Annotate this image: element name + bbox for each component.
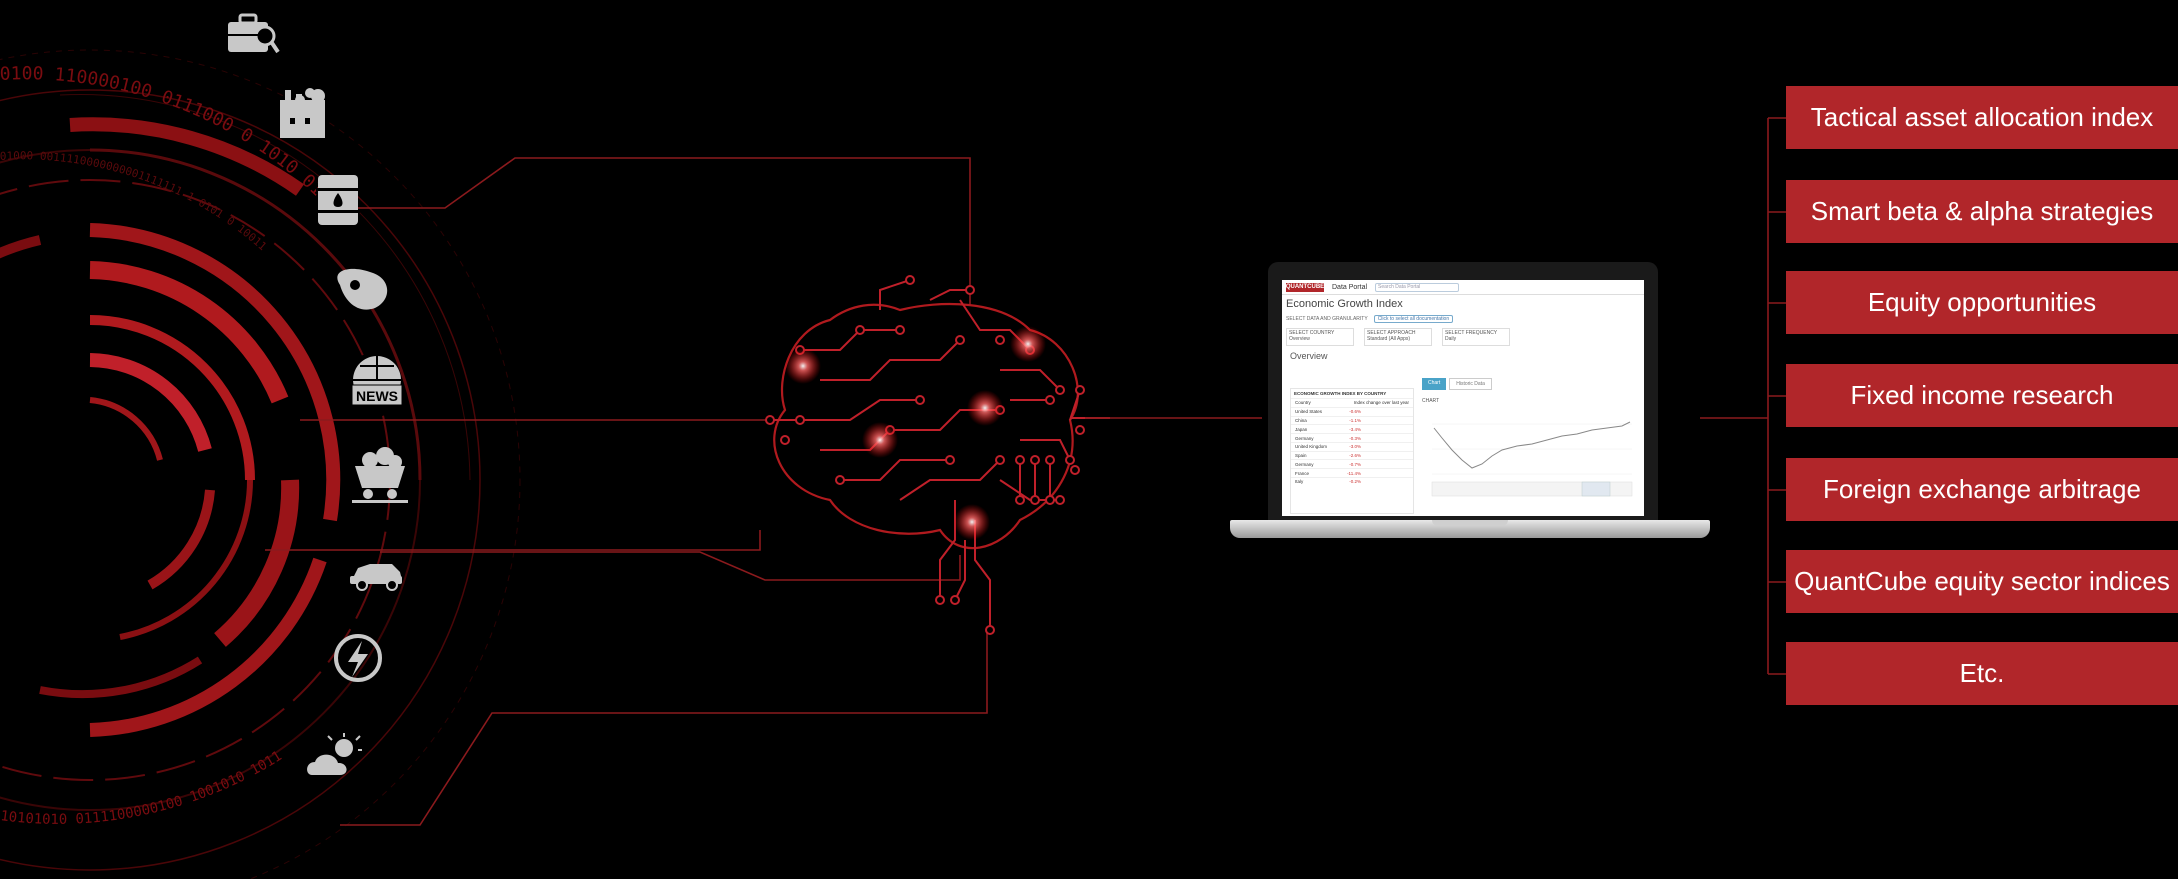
laptop-screen: QUANTCUBE Data Portal Search Data Portal… <box>1282 280 1644 516</box>
laptop-notch <box>1432 520 1508 526</box>
table-header-change: Index change over last year <box>1353 400 1409 406</box>
row-value: -0.6% <box>1349 409 1361 415</box>
output-bracket <box>1700 117 1786 675</box>
nav-data-portal[interactable]: Data Portal <box>1332 284 1367 291</box>
hud-rings <box>0 49 521 879</box>
output-etc[interactable]: Etc. <box>1786 642 2178 705</box>
input-connectors <box>265 157 988 826</box>
oil-barrel-icon <box>316 175 360 225</box>
table-row[interactable]: Japan -3.4% <box>1291 424 1413 433</box>
output-fixed-income-research[interactable]: Fixed income research <box>1786 364 2178 427</box>
row-value: -3.0% <box>1349 444 1361 450</box>
row-value: -3.4% <box>1349 426 1361 432</box>
filter-row: SELECT DATA AND GRANULARITY Click to sel… <box>1282 313 1644 325</box>
laptop: QUANTCUBE Data Portal Search Data Portal… <box>1230 258 1710 558</box>
select-frequency[interactable]: SELECT FREQUENCY Daily <box>1442 328 1510 346</box>
mining-cart-icon <box>352 447 408 503</box>
weather-icon <box>307 733 362 775</box>
table-row[interactable]: United Kingdom -3.0% <box>1291 441 1413 451</box>
mini-line-chart <box>1431 421 1633 497</box>
svg-text:NEWS: NEWS <box>356 388 398 404</box>
output-equity-sector-indices[interactable]: QuantCube equity sector indices <box>1786 550 2178 613</box>
country-table: ECONOMIC GROWTH INDEX BY COUNTRY Country… <box>1290 388 1414 514</box>
chart-tabs: Chart Historic Data <box>1422 378 1638 390</box>
factory-icon <box>280 88 325 138</box>
meat-icon <box>337 268 388 310</box>
car-icon <box>350 564 402 591</box>
select-approach[interactable]: SELECT APPROACH Standard (All Apps) <box>1364 328 1432 346</box>
table-title: ECONOMIC GROWTH INDEX BY COUNTRY <box>1294 391 1387 396</box>
output-equity-opportunities[interactable]: Equity opportunities <box>1786 271 2178 334</box>
table-row[interactable]: United States -0.6% <box>1291 406 1413 416</box>
laptop-screen-frame: QUANTCUBE Data Portal Search Data Portal… <box>1268 262 1658 524</box>
output-smart-beta-alpha[interactable]: Smart beta & alpha strategies <box>1786 180 2178 243</box>
overview-heading: Overview <box>1290 351 1328 361</box>
output-fx-arbitrage[interactable]: Foreign exchange arbitrage <box>1786 458 2178 521</box>
brain-glow-nodes <box>785 326 1046 540</box>
laptop-base <box>1230 520 1710 538</box>
page-title: Economic Growth Index <box>1286 298 1403 310</box>
growth-line <box>1433 421 1631 469</box>
select-row: SELECT COUNTRY Overview SELECT APPROACH … <box>1282 325 1644 349</box>
row-value: -0.7% <box>1349 461 1361 467</box>
row-value: -1.1% <box>1349 417 1361 423</box>
row-country: Italy <box>1295 479 1304 485</box>
app-header: QUANTCUBE Data Portal Search Data Portal <box>1282 280 1644 295</box>
news-globe-icon: NEWS <box>351 356 403 406</box>
filter-chip[interactable]: Click to select all documentation <box>1373 315 1454 323</box>
binary-text-outer: 0100 110000100 0111000 0 1010 01 0100101 <box>0 0 328 200</box>
table-row[interactable]: Germany -0.7% <box>1291 459 1413 468</box>
tab-chart[interactable]: Chart <box>1422 378 1447 390</box>
row-country: Germany <box>1295 435 1314 441</box>
briefcase-search-icon <box>228 13 280 54</box>
table-row[interactable]: Germany -0.3% <box>1291 433 1413 442</box>
brand-logo: QUANTCUBE <box>1285 282 1325 292</box>
row-value: -11.4% <box>1347 470 1361 476</box>
table-row[interactable]: Italy -0.2% <box>1291 477 1413 486</box>
row-value: -0.3% <box>1349 435 1361 441</box>
row-country: France <box>1295 470 1310 476</box>
row-country: United States <box>1295 409 1323 415</box>
table-row[interactable]: Spain -2.6% <box>1291 450 1413 460</box>
row-value: -0.2% <box>1349 479 1361 485</box>
row-value: -2.6% <box>1349 453 1361 459</box>
row-country: Spain <box>1295 453 1307 459</box>
select-frequency-value: Daily <box>1445 336 1457 342</box>
table-row[interactable]: China -1.1% <box>1291 415 1413 425</box>
select-country[interactable]: SELECT COUNTRY Overview <box>1286 328 1354 346</box>
chart-panel: Chart Historic Data CHART <box>1422 378 1638 512</box>
row-country: United Kingdom <box>1295 444 1328 450</box>
tab-historic-data[interactable]: Historic Data <box>1449 378 1492 390</box>
table-header: Country Index change over last year <box>1291 398 1413 407</box>
select-approach-value: Standard (All Apps) <box>1367 336 1411 342</box>
output-tactical-asset-allocation[interactable]: Tactical asset allocation index <box>1786 86 2178 149</box>
row-country: Japan <box>1295 426 1308 432</box>
search-input[interactable]: Search Data Portal <box>1375 282 1460 292</box>
select-country-value: Overview <box>1289 336 1310 342</box>
table-header-country: Country <box>1295 400 1311 406</box>
table-row[interactable]: France -11.4% <box>1291 468 1413 477</box>
filter-label: SELECT DATA AND GRANULARITY <box>1286 316 1368 322</box>
row-country: Germany <box>1295 461 1314 467</box>
row-country: China <box>1295 417 1307 423</box>
